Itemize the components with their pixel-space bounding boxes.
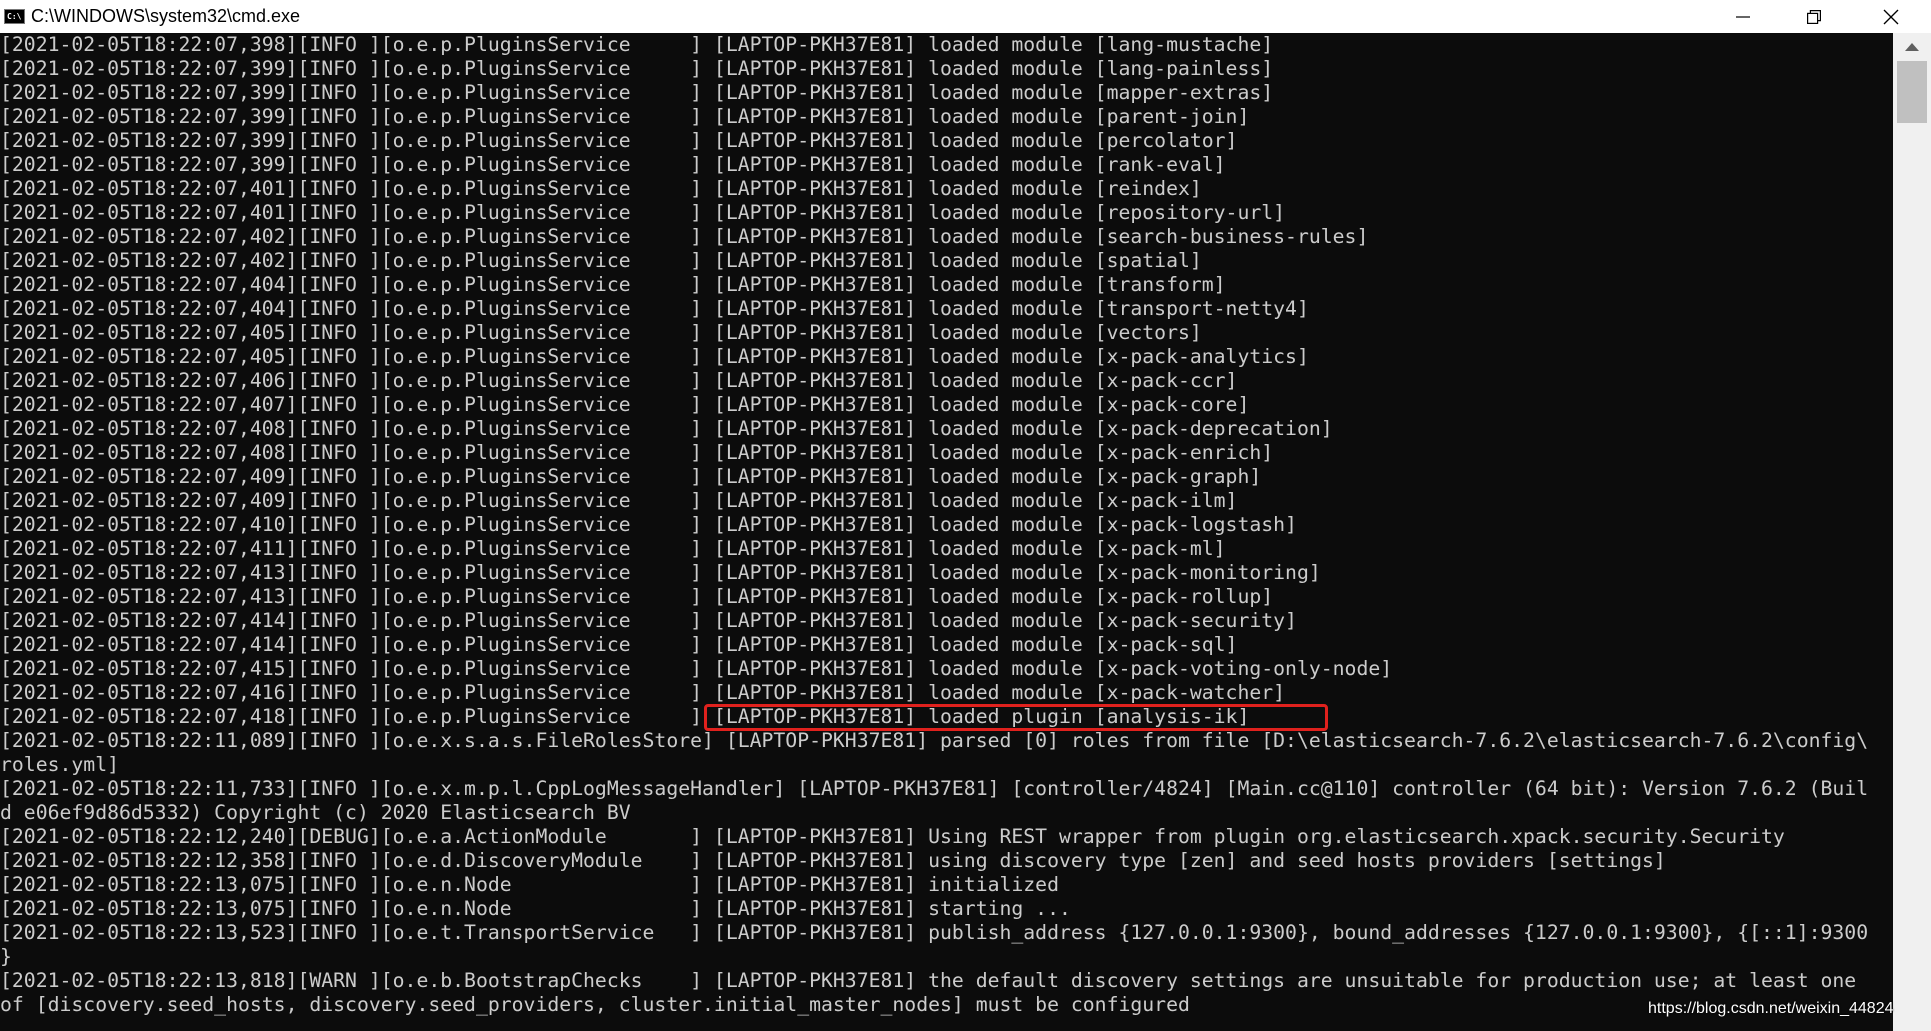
console-line: [2021-02-05T18:22:07,411][INFO ][o.e.p.P… (0, 537, 1226, 560)
console-line: [2021-02-05T18:22:07,414][INFO ][o.e.p.P… (0, 633, 1238, 656)
console-line: [2021-02-05T18:22:07,413][INFO ][o.e.p.P… (0, 585, 1274, 608)
window-title: C:\WINDOWS\system32\cmd.exe (31, 6, 301, 26)
console-line: [2021-02-05T18:22:07,407][INFO ][o.e.p.P… (0, 393, 1250, 416)
console-line: [2021-02-05T18:22:07,401][INFO ][o.e.p.P… (0, 201, 1286, 224)
console-line: } (0, 945, 12, 968)
cmd-app-icon[interactable]: C:\ (4, 9, 25, 24)
restore-icon (1807, 9, 1821, 24)
close-icon (1883, 9, 1898, 24)
vertical-scrollbar[interactable] (1893, 33, 1931, 1031)
console-output[interactable]: [2021-02-05T18:22:07,398][INFO ][o.e.p.P… (0, 33, 1893, 1031)
console-line: [2021-02-05T18:22:07,399][INFO ][o.e.p.P… (0, 153, 1226, 176)
console-line: [2021-02-05T18:22:07,404][INFO ][o.e.p.P… (0, 297, 1309, 320)
console-line: [2021-02-05T18:22:07,399][INFO ][o.e.p.P… (0, 81, 1274, 104)
console-line: d e06ef9d86d5332) Copyright (c) 2020 Ela… (0, 801, 631, 824)
console-line: [2021-02-05T18:22:07,401][INFO ][o.e.p.P… (0, 177, 1202, 200)
restore-button[interactable] (1779, 0, 1849, 33)
console-line: [2021-02-05T18:22:07,405][INFO ][o.e.p.P… (0, 321, 1202, 344)
console-line: [2021-02-05T18:22:07,416][INFO ][o.e.p.P… (0, 681, 1286, 704)
console-line: [2021-02-05T18:22:07,399][INFO ][o.e.p.P… (0, 105, 1250, 128)
console-line: [2021-02-05T18:22:07,408][INFO ][o.e.p.P… (0, 441, 1274, 464)
console-line: [2021-02-05T18:22:07,399][INFO ][o.e.p.P… (0, 129, 1238, 152)
console-line: [2021-02-05T18:22:07,409][INFO ][o.e.p.P… (0, 489, 1238, 512)
console-line: [2021-02-05T18:22:11,089][INFO ][o.e.x.s… (0, 729, 1869, 752)
console-line: [2021-02-05T18:22:07,402][INFO ][o.e.p.P… (0, 249, 1202, 272)
highlight-box-analysis-ik (704, 704, 1328, 731)
console-line: [2021-02-05T18:22:13,075][INFO ][o.e.n.N… (0, 897, 1071, 920)
minimize-button[interactable] (1708, 0, 1778, 33)
console-line: [2021-02-05T18:22:07,399][INFO ][o.e.p.P… (0, 57, 1274, 80)
console-line: roles.yml] (0, 753, 119, 776)
console-line: [2021-02-05T18:22:07,398][INFO ][o.e.p.P… (0, 33, 1274, 56)
console-line: [2021-02-05T18:22:07,415][INFO ][o.e.p.P… (0, 657, 1393, 680)
console-line: [2021-02-05T18:22:07,402][INFO ][o.e.p.P… (0, 225, 1369, 248)
console-line: [2021-02-05T18:22:11,733][INFO ][o.e.x.m… (0, 777, 1869, 800)
console-line: [2021-02-05T18:22:07,409][INFO ][o.e.p.P… (0, 465, 1262, 488)
console-line: [2021-02-05T18:22:07,410][INFO ][o.e.p.P… (0, 513, 1297, 536)
console-line: [2021-02-05T18:22:13,075][INFO ][o.e.n.N… (0, 873, 1059, 896)
console-line: [2021-02-05T18:22:07,406][INFO ][o.e.p.P… (0, 369, 1238, 392)
console-line: [2021-02-05T18:22:07,413][INFO ][o.e.p.P… (0, 561, 1321, 584)
console-line: [2021-02-05T18:22:12,240][DEBUG][o.e.a.A… (0, 825, 1785, 848)
scroll-thumb[interactable] (1897, 61, 1927, 123)
console-line: [2021-02-05T18:22:13,818][WARN ][o.e.b.B… (0, 969, 1857, 992)
title-bar[interactable]: C:\ C:\WINDOWS\system32\cmd.exe (0, 0, 1931, 33)
scroll-up-arrow-icon[interactable] (1905, 43, 1919, 51)
console-line: [2021-02-05T18:22:07,414][INFO ][o.e.p.P… (0, 609, 1297, 632)
console-line: of [discovery.seed_hosts, discovery.seed… (0, 993, 1190, 1016)
console-line: [2021-02-05T18:22:13,523][INFO ][o.e.t.T… (0, 921, 1869, 944)
console-line: [2021-02-05T18:22:07,404][INFO ][o.e.p.P… (0, 273, 1226, 296)
console-line: [2021-02-05T18:22:07,405][INFO ][o.e.p.P… (0, 345, 1309, 368)
close-button[interactable] (1850, 0, 1931, 33)
minimize-icon (1736, 15, 1750, 18)
console-line: [2021-02-05T18:22:12,358][INFO ][o.e.d.D… (0, 849, 1666, 872)
watermark-text: https://blog.csdn.net/weixin_44824 (1648, 1000, 1894, 1017)
console-line: [2021-02-05T18:22:07,408][INFO ][o.e.p.P… (0, 417, 1333, 440)
